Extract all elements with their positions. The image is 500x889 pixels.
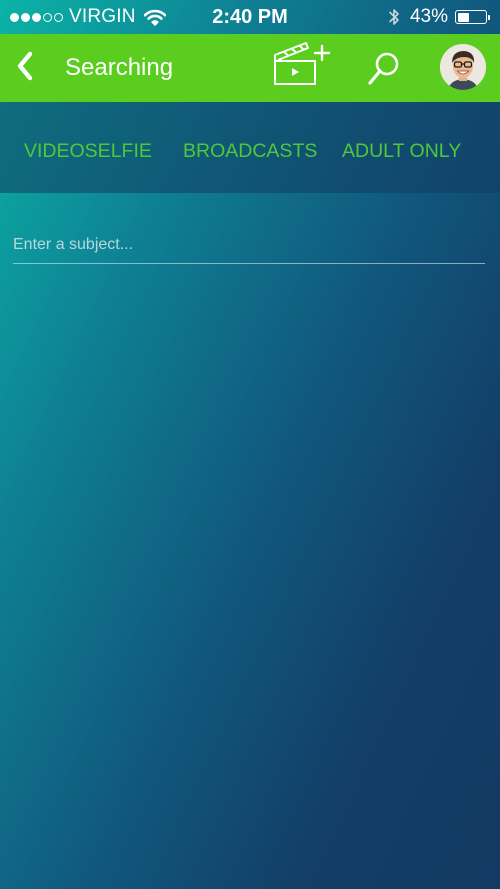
carrier-name: VIRGIN [69, 6, 136, 27]
battery-icon [455, 10, 490, 24]
battery-level-fill [457, 12, 470, 22]
nav-bar: Searching [0, 34, 500, 102]
clapperboard-plus-icon [270, 42, 336, 98]
wifi-icon [143, 9, 166, 26]
avatar[interactable] [440, 44, 486, 90]
chevron-left-icon [14, 50, 36, 87]
status-bar-left: VIRGIN [10, 6, 166, 28]
tab-broadcasts[interactable]: BROADCASTS [183, 102, 317, 200]
new-video-button[interactable] [270, 40, 336, 94]
tab-adult-only[interactable]: ADULT ONLY [342, 102, 461, 200]
status-bar: VIRGIN 2:40 PM 43% [0, 0, 500, 34]
user-avatar-icon [440, 44, 486, 90]
subject-field [13, 228, 485, 264]
subject-input[interactable] [13, 228, 485, 262]
back-button[interactable] [8, 48, 42, 88]
tab-bar: VIDEOSELFIE BROADCASTS ADULT ONLY [0, 102, 500, 193]
bluetooth-icon [388, 7, 400, 27]
page-title: Searching [65, 54, 174, 81]
tab-videoselfie[interactable]: VIDEOSELFIE [24, 102, 152, 200]
battery-percent: 43% [409, 6, 448, 27]
status-bar-right: 43% [388, 6, 490, 28]
search-icon [363, 52, 405, 94]
search-button[interactable] [363, 48, 405, 90]
cell-signal-icon [10, 12, 63, 22]
